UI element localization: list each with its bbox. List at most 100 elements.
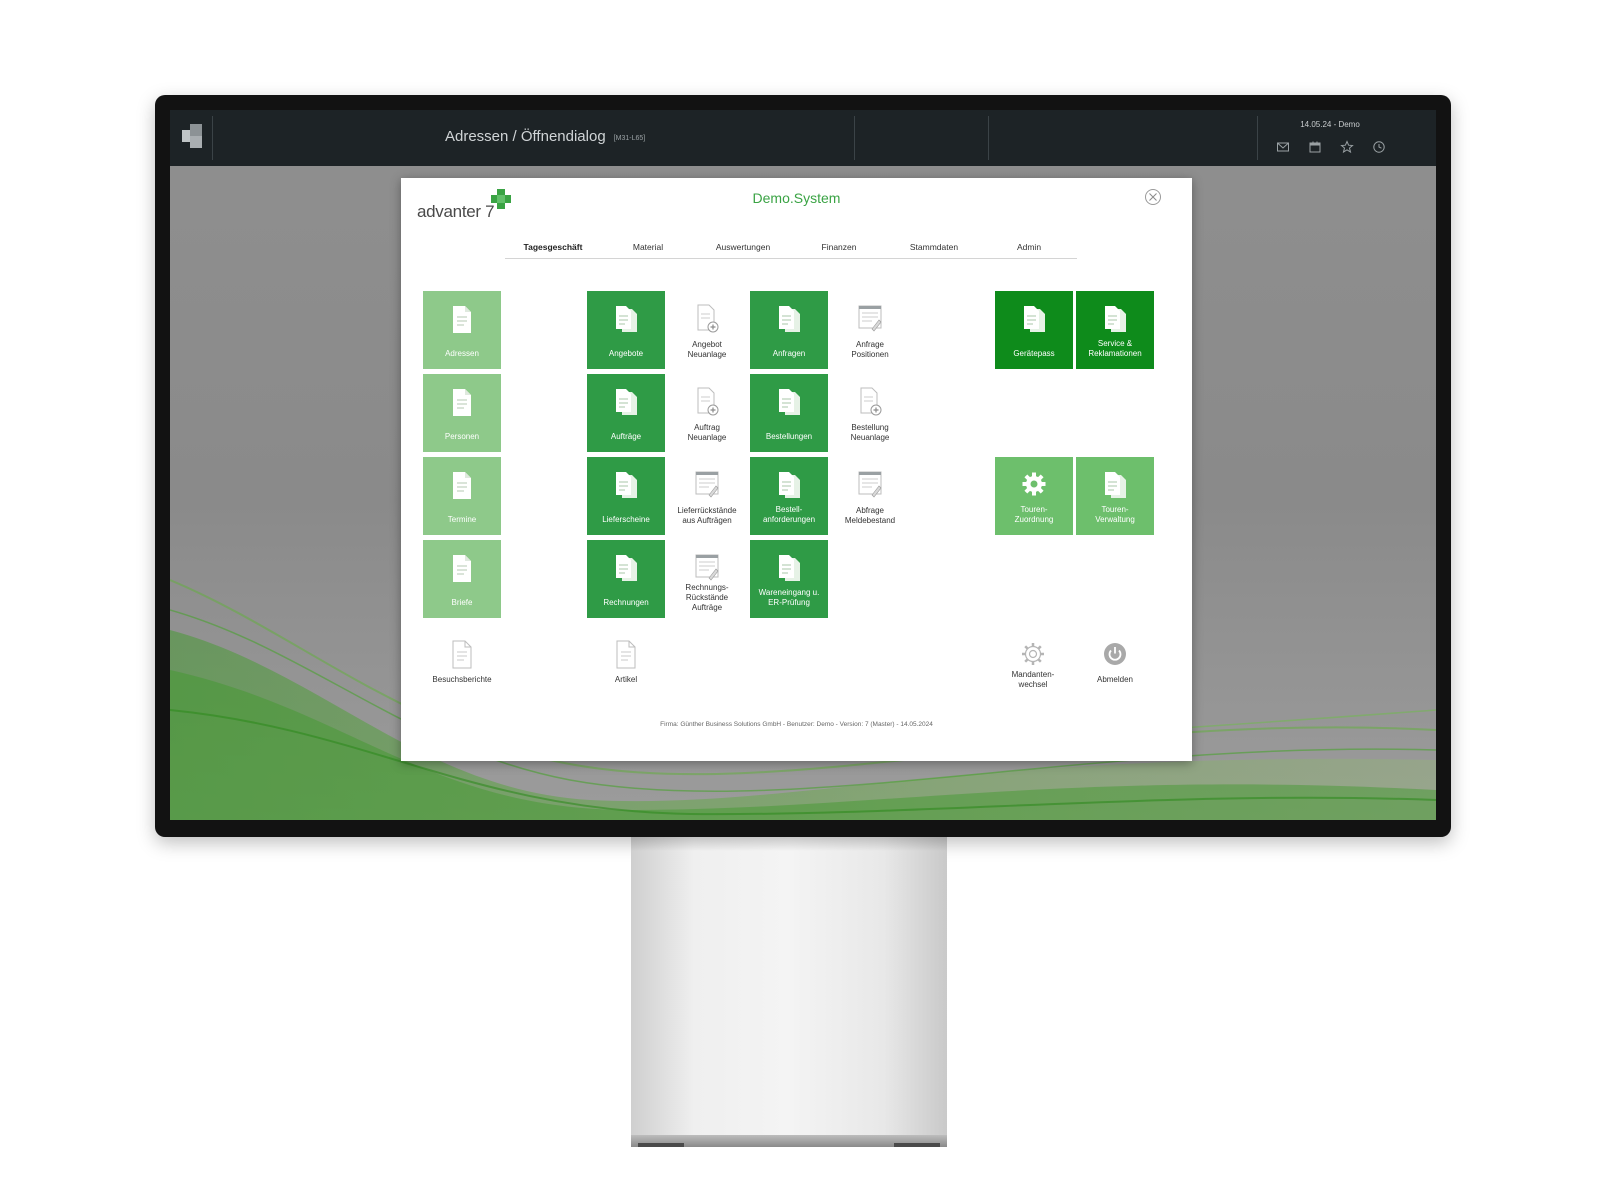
power-icon	[1104, 643, 1126, 665]
documents-icon	[1105, 472, 1126, 498]
tab-admin[interactable]: Admin	[981, 242, 1077, 252]
tile-angebote[interactable]: Angebote	[587, 291, 665, 369]
document-icon	[453, 306, 471, 333]
tile-mandantenwechsel[interactable]: Mandanten- wechsel	[993, 628, 1073, 706]
foot-pad	[638, 1143, 684, 1147]
tile-label: Service & Reklamationen	[1088, 339, 1142, 358]
tile-besuchsberichte[interactable]: Besuchsberichte	[422, 628, 502, 706]
tile-label: Touren- Zuordnung	[1014, 505, 1054, 524]
tab-tagesgeschaeft[interactable]: Tagesgeschäft	[505, 242, 601, 252]
tile-briefe[interactable]: Briefe	[423, 540, 501, 618]
screen: Adressen / Öffnendialog [M31-L65] 14.05.2…	[170, 110, 1436, 820]
app-logo-icon[interactable]	[176, 120, 208, 152]
system-title: Demo.System	[752, 190, 841, 206]
window-title: Adressen / Öffnendialog [M31-L65]	[445, 128, 645, 145]
gear-icon	[1022, 472, 1046, 496]
divider	[854, 116, 855, 160]
list-edit-icon	[695, 554, 719, 581]
list-edit-icon	[858, 471, 882, 498]
tile-rechnungsrueckstaende[interactable]: Rechnungs- Rückstände Aufträge	[667, 547, 747, 625]
tile-touren-zuordnung[interactable]: Touren- Zuordnung	[995, 457, 1073, 535]
tab-finanzen[interactable]: Finanzen	[791, 242, 887, 252]
tile-touren-verwaltung[interactable]: Touren- Verwaltung	[1076, 457, 1154, 535]
tile-label: Gerätepass	[1013, 349, 1055, 358]
tile-adressen[interactable]: Adressen	[423, 291, 501, 369]
new-document-icon	[697, 387, 719, 416]
monitor-stand	[631, 837, 947, 1135]
tile-label: Personen	[444, 432, 480, 441]
documents-icon	[616, 472, 637, 498]
divider	[988, 116, 989, 160]
new-document-icon	[860, 387, 882, 416]
open-dialog: advanter 7 Demo.System Tagesgeschäft Mat…	[401, 178, 1192, 761]
monitor-frame: Adressen / Öffnendialog [M31-L65] 14.05.2…	[155, 95, 1451, 837]
calendar-icon[interactable]	[1308, 140, 1322, 154]
tile-label: Rechnungen	[603, 598, 649, 607]
tile-abfrage-meldebestand[interactable]: Abfrage Meldebestand	[830, 464, 910, 542]
list-edit-icon	[695, 471, 719, 498]
documents-icon	[779, 389, 800, 415]
dialog-code: [M31-L65]	[613, 135, 646, 142]
tab-stammdaten[interactable]: Stammdaten	[886, 242, 982, 252]
document-icon	[453, 389, 471, 416]
tile-angebot-neuanlage[interactable]: Angebot Neuanlage	[667, 298, 747, 376]
tile-label: Anfragen	[772, 349, 806, 358]
mail-icon[interactable]	[1276, 140, 1290, 154]
tile-label: Bestellung Neuanlage	[850, 423, 890, 442]
document-icon	[453, 555, 471, 582]
documents-icon	[616, 389, 637, 415]
tile-label: Aufträge	[610, 432, 642, 441]
tab-auswertungen[interactable]: Auswertungen	[695, 242, 791, 252]
tile-termine[interactable]: Termine	[423, 457, 501, 535]
close-icon	[1149, 193, 1157, 201]
tile-wareneingang[interactable]: Wareneingang u. ER-Prüfung	[750, 540, 828, 618]
tile-bestellung-neuanlage[interactable]: Bestellung Neuanlage	[830, 381, 910, 459]
clock-icon[interactable]	[1372, 140, 1386, 154]
tile-label: Besuchsberichte	[432, 675, 492, 684]
tile-label: Artikel	[614, 675, 638, 684]
tile-rechnungen[interactable]: Rechnungen	[587, 540, 665, 618]
documents-icon	[616, 306, 637, 332]
document-icon	[616, 640, 636, 669]
tile-label: Adressen	[445, 349, 479, 358]
tile-anfrage-positionen[interactable]: Anfrage Positionen	[830, 298, 910, 376]
documents-icon	[616, 555, 637, 581]
tile-geraetepass[interactable]: Gerätepass	[995, 291, 1073, 369]
tile-label: Abfrage Meldebestand	[844, 506, 896, 525]
new-document-icon	[697, 304, 719, 333]
document-icon	[453, 472, 471, 499]
tile-auftraege[interactable]: Aufträge	[587, 374, 665, 452]
stand-shadow	[631, 837, 947, 851]
tile-label: Abmelden	[1096, 675, 1134, 684]
tile-label: Lieferscheine	[602, 515, 650, 524]
close-button[interactable]	[1145, 189, 1161, 205]
tile-lieferscheine[interactable]: Lieferscheine	[587, 457, 665, 535]
tile-anfragen[interactable]: Anfragen	[750, 291, 828, 369]
foot-pad	[894, 1143, 940, 1147]
document-icon	[452, 640, 472, 669]
documents-icon	[1024, 306, 1045, 332]
divider	[1257, 116, 1258, 160]
tile-artikel[interactable]: Artikel	[586, 628, 666, 706]
tile-label: Termine	[447, 515, 477, 524]
tile-label: Bestell- anforderungen	[762, 505, 816, 524]
tile-label: Angebote	[608, 349, 644, 358]
tab-bar: Tagesgeschäft Material Auswertungen Fina…	[505, 240, 1077, 259]
tile-auftrag-neuanlage[interactable]: Auftrag Neuanlage	[667, 381, 747, 459]
tile-label: Anfrage Positionen	[851, 340, 889, 359]
tile-service-reklamationen[interactable]: Service & Reklamationen	[1076, 291, 1154, 369]
tile-bestellanforderungen[interactable]: Bestell- anforderungen	[750, 457, 828, 535]
tile-label: Rechnungs- Rückstände Aufträge	[685, 583, 729, 612]
tile-personen[interactable]: Personen	[423, 374, 501, 452]
tile-bestellungen[interactable]: Bestellungen	[750, 374, 828, 452]
tile-lieferrueckstaende[interactable]: Lieferrückstände aus Aufträgen	[667, 464, 747, 542]
list-edit-icon	[858, 305, 882, 332]
status-footer: Firma: Günther Business Solutions GmbH -…	[660, 721, 933, 728]
tile-label: Wareneingang u. ER-Prüfung	[758, 588, 820, 607]
logout-button[interactable]: Abmelden	[1075, 628, 1155, 706]
star-icon[interactable]	[1340, 140, 1354, 154]
tile-label: Lieferrückstände aus Aufträgen	[677, 506, 737, 525]
tile-label: Auftrag Neuanlage	[687, 423, 727, 442]
documents-icon	[1105, 306, 1126, 332]
tab-material[interactable]: Material	[600, 242, 696, 252]
